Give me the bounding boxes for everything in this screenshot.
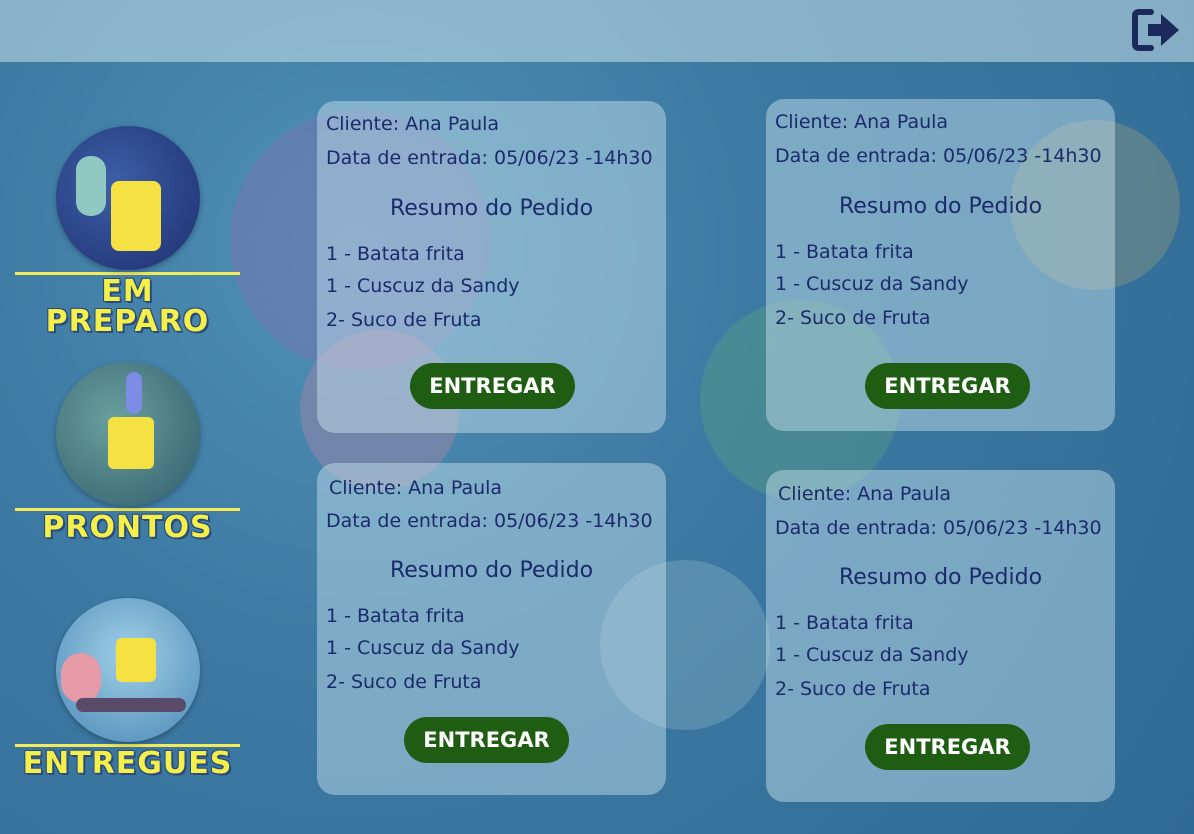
order-item: 1 - Batata frita [775, 612, 914, 634]
order-item: 2- Suco de Fruta [775, 307, 931, 329]
sidebar-item-label: PRONTOS [42, 510, 213, 545]
deliver-button[interactable]: ENTREGAR [865, 363, 1030, 409]
motorcycle-delivery-image [55, 598, 200, 742]
chef-serving-image [55, 362, 200, 506]
order-card: Cliente: Ana Paula Data de entrada: 05/0… [766, 470, 1115, 802]
sign-out-icon [1132, 9, 1179, 51]
summary-title: Resumo do Pedido [389, 196, 594, 221]
order-item: 1 - Batata frita [326, 605, 465, 627]
client-name: Cliente: Ana Paula [775, 111, 949, 133]
deliver-button[interactable]: ENTREGAR [865, 724, 1030, 770]
order-card: Cliente: Ana Paula Data de entrada: 05/0… [317, 101, 666, 433]
summary-title: Resumo do Pedido [838, 565, 1043, 590]
sidebar-item-label: ENTREGUES [22, 746, 233, 781]
summary-title: Resumo do Pedido [389, 558, 594, 583]
sidebar-item-label: EM PREPARO [45, 274, 210, 339]
order-item: 1 - Cuscuz da Sandy [775, 273, 969, 295]
sidebar-item-prontos[interactable]: PRONTOS [15, 362, 240, 543]
deliver-button[interactable]: ENTREGAR [410, 363, 575, 409]
order-item: 2- Suco de Fruta [326, 309, 482, 331]
sidebar-item-entregues[interactable]: ENTREGUES [15, 598, 240, 779]
deliver-button[interactable]: ENTREGAR [404, 717, 569, 763]
order-item: 1 - Cuscuz da Sandy [775, 644, 969, 666]
order-item: 1 - Batata frita [775, 241, 914, 263]
entry-date: Data de entrada: 05/06/23 -14h30 [775, 517, 1102, 539]
kitchen-cooking-image [55, 126, 200, 270]
order-item: 2- Suco de Fruta [326, 671, 482, 693]
sidebar-item-em-preparo[interactable]: EM PREPARO [15, 126, 240, 337]
order-item: 1 - Cuscuz da Sandy [326, 637, 520, 659]
logout-button[interactable] [1130, 6, 1182, 54]
client-name: Cliente: Ana Paula [329, 477, 503, 499]
entry-date: Data de entrada: 05/06/23 -14h30 [775, 145, 1102, 167]
order-card: Cliente: Ana Paula Data de entrada: 05/0… [766, 99, 1115, 431]
order-item: 1 - Cuscuz da Sandy [326, 275, 520, 297]
summary-title: Resumo do Pedido [838, 194, 1043, 219]
order-item: 1 - Batata frita [326, 243, 465, 265]
entry-date: Data de entrada: 05/06/23 -14h30 [326, 147, 653, 169]
order-item: 2- Suco de Fruta [775, 678, 931, 700]
order-card: Cliente: Ana Paula Data de entrada: 05/0… [317, 463, 666, 795]
client-name: Cliente: Ana Paula [778, 483, 952, 505]
client-name: Cliente: Ana Paula [326, 113, 500, 135]
top-bar [0, 0, 1194, 62]
entry-date: Data de entrada: 05/06/23 -14h30 [326, 510, 653, 532]
